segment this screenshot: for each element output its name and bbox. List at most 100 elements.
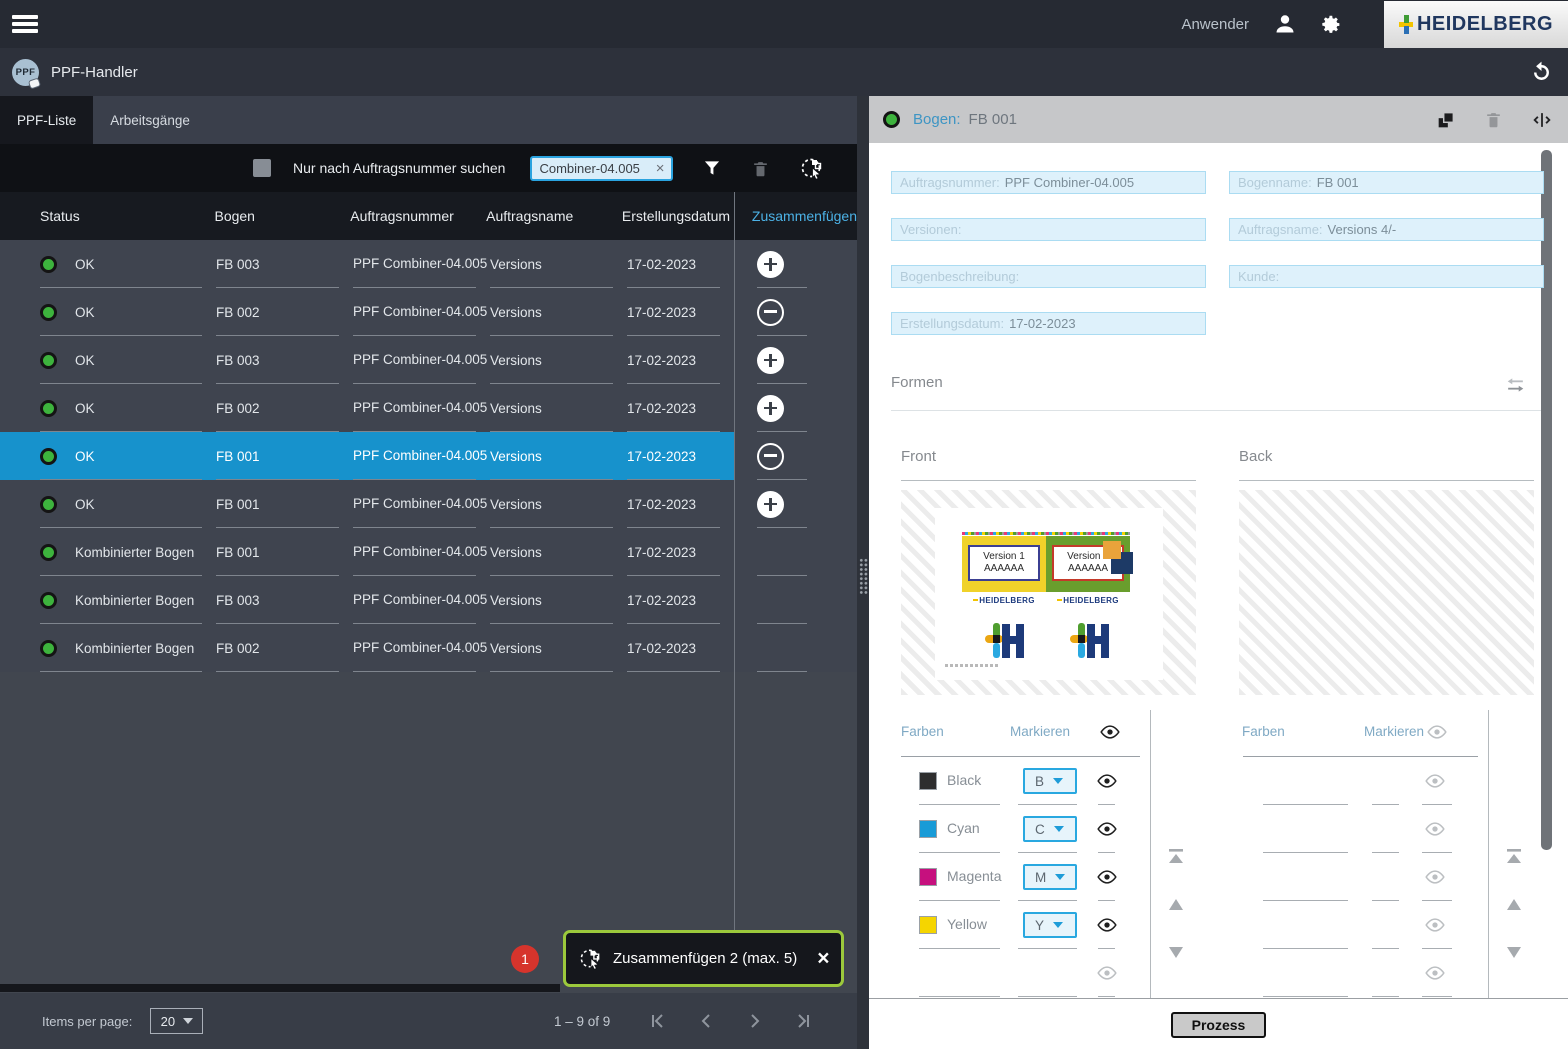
table-row[interactable]: OK FB 001 PPF Combiner-04.005 Versions 17-02… (0, 480, 857, 528)
toast-close-icon[interactable]: × (817, 948, 829, 969)
mark-select[interactable]: B (1023, 768, 1077, 794)
column-header-status[interactable]: Status (0, 192, 214, 240)
expand-panel-icon[interactable] (1530, 109, 1554, 131)
ppf-app-icon: PPF (12, 58, 42, 89)
erstellungsdatum-cell: 17-02-2023 (627, 480, 734, 528)
merge-remove-button[interactable] (757, 298, 784, 326)
merge-add-button[interactable] (757, 394, 784, 422)
table-row[interactable]: OK FB 003 PPF Combiner-04.005 Versions 17-02… (0, 240, 857, 288)
splitter-drag-handle[interactable] (859, 558, 868, 594)
visibility-eye-icon (1424, 914, 1446, 936)
move-up-icon[interactable] (1503, 897, 1525, 913)
vertical-scrollbar[interactable] (1541, 150, 1552, 850)
column-header-bogen[interactable]: Bogen (214, 192, 350, 240)
merge-add-button[interactable] (757, 490, 784, 518)
table-row[interactable]: OK FB 001 PPF Combiner-04.005 Versions 17-02… (0, 432, 857, 480)
detail-field[interactable]: Versionen: (891, 218, 1206, 241)
merge-toast-label: Zusammenfügen 2 (max. 5) (613, 950, 798, 967)
move-to-top-icon[interactable] (1165, 848, 1187, 866)
duplicate-icon[interactable] (1435, 109, 1457, 131)
zusammenfuegen-cell (734, 624, 857, 672)
status-cell: OK (0, 336, 216, 384)
visibility-eye-icon[interactable] (1099, 721, 1121, 743)
detail-field[interactable]: Bogenbeschreibung: (891, 265, 1206, 288)
status-cell: Kombinierter Bogen (0, 576, 216, 624)
items-per-page-select[interactable]: 20 (150, 1008, 204, 1034)
visibility-eye-icon[interactable] (1096, 818, 1118, 840)
delete-icon[interactable] (1484, 109, 1503, 130)
detail-field[interactable]: Kunde: (1229, 265, 1544, 288)
user-icon[interactable] (1273, 12, 1297, 36)
search-chip-text: Combiner-04.005 (539, 160, 640, 176)
move-up-icon[interactable] (1165, 897, 1187, 913)
delete-icon[interactable] (751, 158, 770, 179)
mark-select[interactable]: Y (1023, 912, 1077, 938)
column-header-auftragsnummer[interactable]: Auftragsnummer (350, 192, 486, 240)
table-row[interactable]: Kombinierter Bogen FB 002 PPF Combiner-04.… (0, 624, 857, 672)
table-row[interactable]: OK FB 002 PPF Combiner-04.005 Versions 17-02… (0, 288, 857, 336)
zusammenfuegen-cell (734, 288, 857, 336)
table-row[interactable]: OK FB 002 PPF Combiner-04.005 Versions 17-02… (0, 384, 857, 432)
swap-sides-icon[interactable] (1503, 374, 1528, 396)
erstellungsdatum-cell: 17-02-2023 (627, 576, 734, 624)
bogen-cell: FB 002 (216, 384, 353, 432)
filter-icon[interactable] (702, 158, 722, 178)
detail-field[interactable]: Auftragsnummer: PPF Combiner-04.005 (891, 171, 1206, 194)
last-page-button[interactable] (792, 1009, 816, 1033)
table-row[interactable]: Kombinierter Bogen FB 003 PPF Combiner-04.… (0, 576, 857, 624)
heidelberg-logo: HEIDELBERG (1384, 0, 1568, 48)
column-header-auftragsname[interactable]: Auftragsname (486, 192, 622, 240)
move-to-top-icon[interactable] (1503, 848, 1525, 866)
back-label: Back (1239, 448, 1273, 465)
table-row[interactable]: OK FB 003 PPF Combiner-04.005 Versions 17-02… (0, 336, 857, 384)
move-down-icon[interactable] (1165, 944, 1187, 960)
merge-remove-button[interactable] (757, 442, 784, 470)
next-page-button[interactable] (743, 1009, 767, 1033)
status-cell: OK (0, 240, 216, 288)
auftragsname-cell: Versions (490, 432, 627, 480)
mark-select[interactable]: M (1023, 864, 1077, 890)
detail-field[interactable]: Bogenname: FB 001 (1229, 171, 1544, 194)
mark-select[interactable]: C (1023, 816, 1077, 842)
detail-header: Bogen: FB 001 (869, 96, 1568, 143)
refresh-icon[interactable] (1529, 60, 1554, 85)
detail-field[interactable]: Auftragsname: Versions 4/- (1229, 218, 1544, 241)
merge-add-button[interactable] (757, 250, 784, 278)
visibility-eye-icon[interactable] (1096, 914, 1118, 936)
table-row[interactable]: Kombinierter Bogen FB 001 PPF Combiner-04.… (0, 528, 857, 576)
auftragsnummer-cell: PPF Combiner-04.005 (353, 480, 490, 528)
status-ok-icon (40, 351, 57, 369)
tab-ppf-liste[interactable]: PPF-Liste (0, 96, 94, 144)
zusammenfuegen-cell (734, 336, 857, 384)
bogen-detail-panel: Bogen: FB 001 Formen Front Back Version … (869, 96, 1568, 1049)
previous-page-button[interactable] (694, 1009, 718, 1033)
chip-close-icon[interactable]: × (656, 161, 665, 176)
user-name-label: Anwender (1181, 15, 1249, 33)
auftragsnummer-cell: PPF Combiner-04.005 (353, 432, 490, 480)
zusammenfuegen-cell (734, 576, 857, 624)
gear-icon[interactable] (1321, 14, 1342, 35)
merge-add-button[interactable] (757, 346, 784, 374)
process-button[interactable]: Prozess (1171, 1012, 1266, 1038)
tab-arbeitsgaenge[interactable]: Arbeitsgänge (93, 96, 207, 144)
color-row: Magenta M (891, 853, 1150, 901)
erstellungsdatum-cell: 17-02-2023 (627, 528, 734, 576)
field-label: Auftragsnummer: (900, 175, 1000, 190)
front-underline (901, 480, 1196, 481)
auftragsname-cell: Versions (490, 288, 627, 336)
detail-field[interactable]: Erstellungsdatum: 17-02-2023 (891, 312, 1206, 335)
column-header-zusammenfuegen[interactable]: Zusammenfügen (729, 192, 857, 240)
hamburger-menu-icon[interactable] (12, 15, 38, 33)
front-colors-rows: Black B Cyan C Magenta M Yellow Y (891, 757, 1150, 997)
horizontal-scrollbar[interactable] (0, 984, 560, 992)
visibility-eye-icon (1096, 962, 1118, 984)
auftragsnummer-only-checkbox[interactable] (253, 159, 271, 177)
color-name: Cyan (947, 820, 980, 836)
move-down-icon[interactable] (1503, 944, 1525, 960)
merge-select-mode-icon[interactable] (799, 155, 825, 181)
search-filter-chip[interactable]: Combiner-04.005 × (530, 155, 674, 181)
visibility-eye-icon[interactable] (1096, 770, 1118, 792)
first-page-button[interactable] (645, 1009, 669, 1033)
column-header-erstellungsdatum[interactable]: Erstellungsdatum (622, 192, 730, 240)
visibility-eye-icon[interactable] (1096, 866, 1118, 888)
